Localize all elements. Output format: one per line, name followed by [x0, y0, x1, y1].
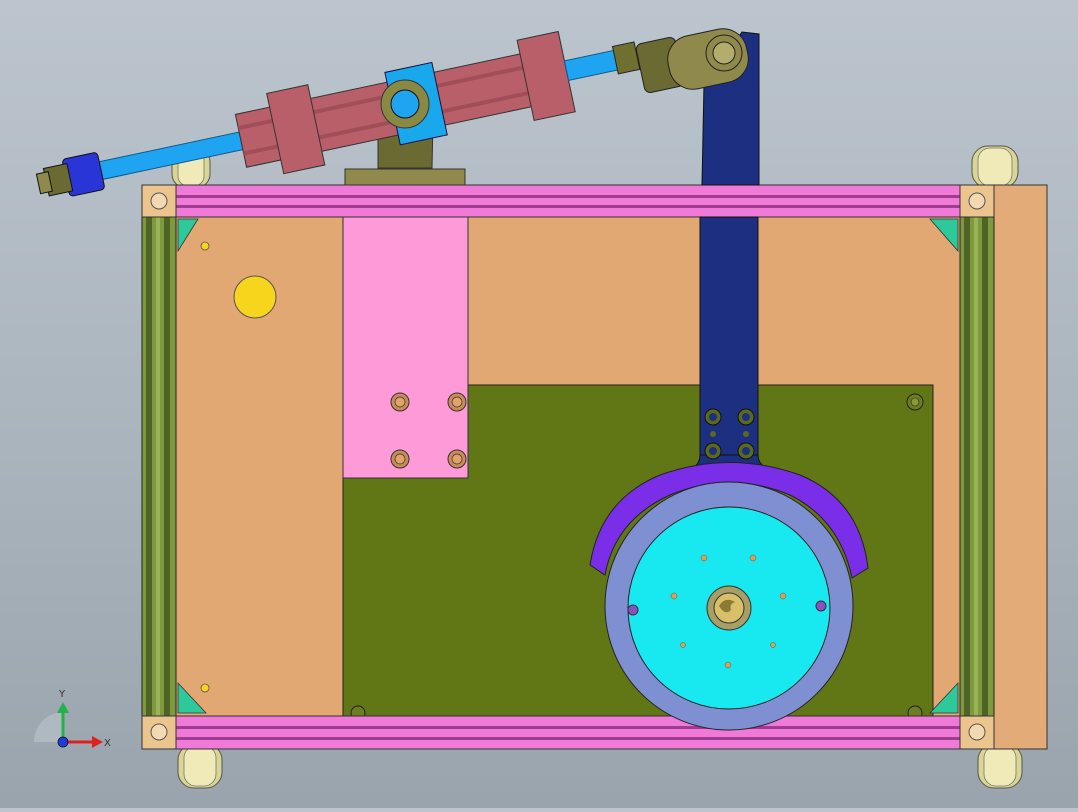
frame-rail-bottom: [175, 715, 963, 750]
side-panel-right: [991, 184, 1048, 750]
rod-end-left: [35, 152, 105, 197]
frame-corner-connector: [959, 715, 995, 750]
cad-viewport[interactable]: Y X: [0, 0, 1078, 808]
bracket-plate: [342, 216, 469, 479]
disc-hub: [706, 585, 752, 631]
base-plate-large-hole: [233, 275, 277, 319]
base-plate-small-hole: [200, 683, 210, 693]
assembly-drawing: Y X: [34, 28, 1048, 789]
frame-corner-connector: [141, 715, 177, 750]
frame-corner-connector: [959, 184, 995, 218]
piston-rod-left: [86, 131, 244, 183]
base-plate-small-hole: [200, 241, 210, 251]
frame-profile-right: [959, 184, 995, 750]
trunnion-pin: [380, 79, 430, 129]
triad-y-label: Y: [58, 689, 66, 700]
frame-corner-connector: [141, 184, 177, 218]
lever-arm: [689, 31, 771, 471]
caster-wheel-top-right: [971, 145, 1019, 189]
coordinate-triad: Y X: [34, 689, 111, 749]
caster-wheel-bottom-right: [977, 743, 1023, 789]
frame-rail-top: [175, 184, 963, 218]
triad-x-label: X: [104, 738, 111, 749]
frame-profile-left: [141, 184, 177, 750]
caster-wheel-bottom-left: [177, 743, 223, 789]
